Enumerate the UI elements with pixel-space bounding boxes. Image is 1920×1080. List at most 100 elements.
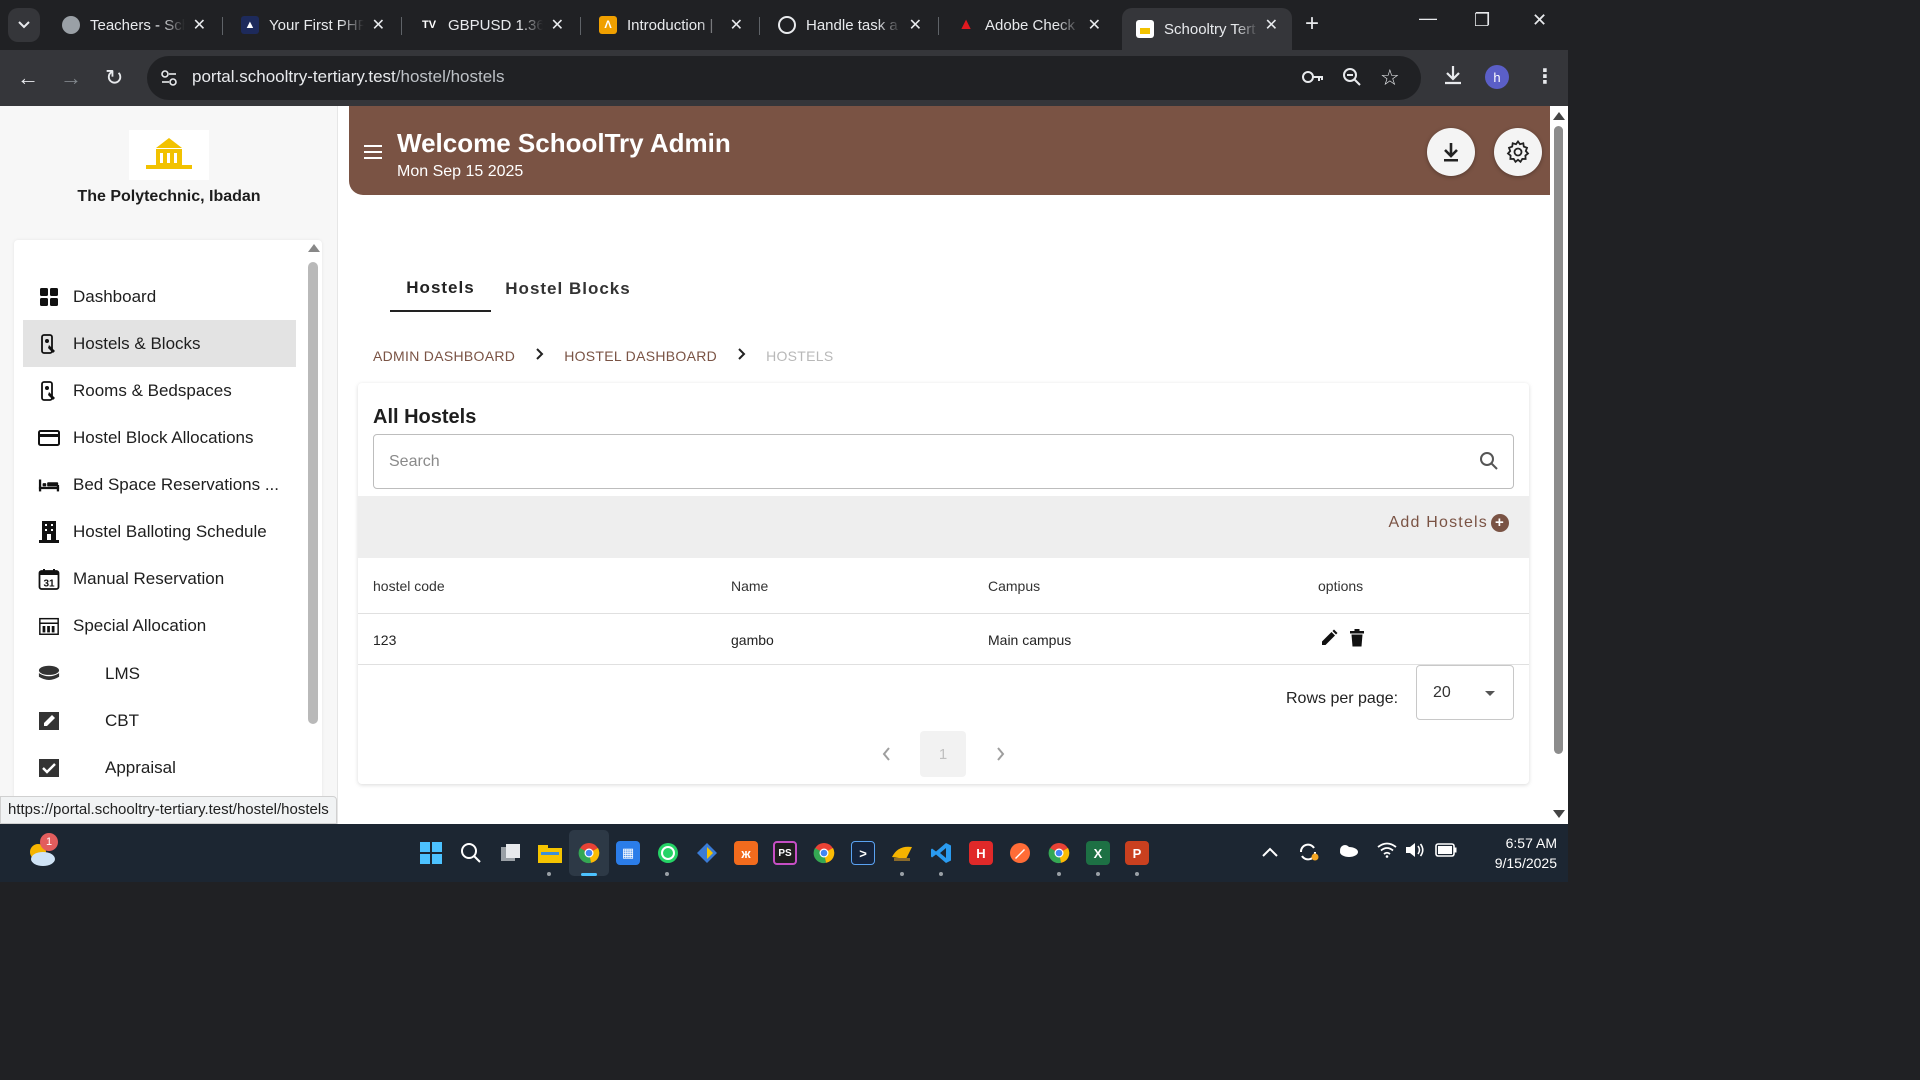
chrome-secondary-icon[interactable] (1047, 841, 1071, 865)
whatsapp-icon[interactable] (656, 841, 680, 865)
welcome-title: Welcome SchoolTry Admin (397, 128, 731, 158)
dev-tool-icon[interactable] (695, 841, 719, 865)
file-explorer-icon[interactable] (538, 841, 562, 865)
running-indicator (900, 872, 904, 876)
web-page: The Polytechnic, Ibadan Dashboard Hostel… (0, 106, 1568, 824)
chrome-profile-icon[interactable] (812, 841, 836, 865)
sidebar-item-special-allocation[interactable]: Special Allocation (23, 602, 296, 649)
search-icon[interactable] (1479, 451, 1499, 476)
more-menu-icon[interactable]: ⋮ (1535, 64, 1555, 89)
search-icon[interactable] (459, 841, 483, 865)
browser-tab[interactable]: Teachers - Sch ✕ (48, 8, 220, 42)
browser-tab[interactable]: Handle task a ✕ (764, 8, 936, 42)
site-settings-icon[interactable] (159, 68, 179, 88)
download-icon[interactable] (1442, 64, 1464, 92)
xampp-icon[interactable]: ж (734, 841, 758, 865)
close-icon[interactable]: ✕ (372, 15, 385, 35)
pagination-page-1[interactable]: 1 (920, 731, 966, 777)
windows-start-icon[interactable] (419, 841, 443, 865)
sidebar-item-balloting-schedule[interactable]: Hostel Balloting Schedule (23, 508, 296, 555)
sidebar-item-block-allocations[interactable]: Hostel Block Allocations (23, 414, 296, 461)
pagination-prev-icon[interactable] (882, 745, 891, 766)
building-icon (38, 520, 60, 543)
browser-tab[interactable]: ▲ Adobe Check ✕ (943, 8, 1115, 42)
close-icon[interactable]: ✕ (551, 15, 564, 35)
close-icon[interactable]: ✕ (1088, 15, 1101, 35)
edit-icon[interactable] (1320, 629, 1338, 650)
tab-hostel-blocks[interactable]: Hostel Blocks (503, 266, 633, 312)
battery-icon[interactable] (1435, 842, 1457, 862)
pencil-box-icon (38, 710, 60, 732)
delete-icon[interactable] (1349, 629, 1365, 650)
hamburger-menu-icon[interactable] (364, 145, 382, 163)
store-icon[interactable]: ▦ (616, 841, 640, 865)
task-view-icon[interactable] (499, 841, 523, 865)
excel-icon[interactable]: X (1086, 841, 1110, 865)
wifi-icon[interactable] (1377, 842, 1397, 863)
sidebar-item-label: Appraisal (105, 757, 176, 777)
volume-icon[interactable] (1405, 842, 1425, 863)
download-button[interactable] (1427, 128, 1475, 176)
powershell-icon[interactable]: > (851, 841, 875, 865)
onedrive-cloud-icon[interactable] (1337, 842, 1359, 862)
rows-per-page-select[interactable]: 20 (1416, 665, 1514, 720)
close-icon[interactable]: ✕ (730, 15, 743, 35)
restore-icon[interactable]: ❐ (1474, 10, 1490, 31)
browser-tab[interactable]: ▲ Your First PHP ✕ (227, 8, 399, 42)
chevron-up-icon[interactable] (1262, 842, 1278, 862)
sidebar-item-bed-space-reservations[interactable]: Bed Space Reservations ... (23, 461, 296, 508)
scrollbar-thumb[interactable] (308, 262, 318, 724)
app-shortcut-icon[interactable] (890, 841, 914, 865)
close-icon[interactable]: ✕ (909, 15, 922, 35)
sidebar-item-cbt[interactable]: CBT (23, 697, 296, 744)
sidebar-item-appraisal[interactable]: Appraisal (23, 744, 296, 791)
breadcrumb-admin-dashboard[interactable]: ADMIN DASHBOARD (373, 348, 515, 364)
forward-arrow-icon[interactable]: → (60, 64, 82, 92)
checkbox-icon (38, 757, 60, 779)
tab-search-button[interactable] (8, 8, 40, 42)
scroll-down-arrow-icon[interactable] (1553, 810, 1565, 818)
system-clock[interactable]: 6:57 AM 9/15/2025 (1467, 833, 1557, 873)
bookmark-star-icon[interactable]: ☆ (1380, 65, 1400, 91)
new-tab-button[interactable]: + (1305, 12, 1319, 36)
sidebar-item-hostels-blocks[interactable]: Hostels & Blocks (23, 320, 296, 367)
chrome-icon[interactable] (577, 841, 601, 865)
sidebar-item-dashboard[interactable]: Dashboard (23, 273, 296, 320)
browser-tab[interactable]: Λ Introduction | ✕ (585, 8, 757, 42)
phpstorm-icon[interactable]: PS (773, 841, 797, 865)
close-icon[interactable]: ✕ (1265, 15, 1278, 35)
zoom-icon[interactable] (1342, 67, 1362, 92)
sidebar-item-lms[interactable]: LMS (23, 650, 296, 697)
reload-icon[interactable]: ↻ (105, 64, 123, 92)
heidisql-icon[interactable]: H (969, 841, 993, 865)
sidebar-item-manual-reservation[interactable]: 31 Manual Reservation (23, 555, 296, 602)
scrollbar-thumb[interactable] (1554, 126, 1563, 754)
address-bar[interactable]: portal.schooltry-tertiary.test/hostel/ho… (147, 56, 1421, 100)
scroll-up-arrow-icon[interactable] (1553, 112, 1565, 120)
postman-icon[interactable] (1008, 841, 1032, 865)
add-hostels-button[interactable]: Add Hostels + (1389, 514, 1509, 532)
sidebar-scrollbar[interactable] (306, 240, 320, 824)
close-icon[interactable]: ✕ (193, 15, 206, 35)
dropdown-caret-icon (1485, 691, 1495, 696)
window-close-icon[interactable]: ✕ (1532, 10, 1547, 31)
tab-hostels[interactable]: Hostels (390, 266, 491, 312)
vscode-icon[interactable] (929, 841, 953, 865)
sidebar-item-rooms-bedspaces[interactable]: Rooms & Bedspaces (23, 367, 296, 414)
back-arrow-icon[interactable]: ← (17, 64, 39, 92)
pagination-next-icon[interactable] (996, 745, 1005, 766)
adobe-icon: ▲ (958, 16, 974, 33)
profile-avatar[interactable]: h (1485, 65, 1509, 89)
sync-icon[interactable] (1297, 842, 1319, 867)
password-key-icon[interactable] (1301, 67, 1325, 92)
scroll-up-arrow-icon[interactable] (308, 244, 320, 252)
breadcrumb-hostel-dashboard[interactable]: HOSTEL DASHBOARD (564, 348, 717, 364)
search-input[interactable] (375, 436, 1455, 487)
settings-button[interactable] (1494, 128, 1542, 176)
welcome-header: Welcome SchoolTry Admin Mon Sep 15 2025 (349, 106, 1554, 195)
browser-tab-active[interactable]: Schooltry Tert ✕ (1122, 8, 1292, 50)
browser-tab[interactable]: TV GBPUSD 1.360 ✕ (406, 8, 578, 42)
powerpoint-icon[interactable]: P (1125, 841, 1149, 865)
page-scrollbar[interactable] (1550, 106, 1568, 824)
minimize-icon[interactable]: — (1419, 8, 1437, 29)
